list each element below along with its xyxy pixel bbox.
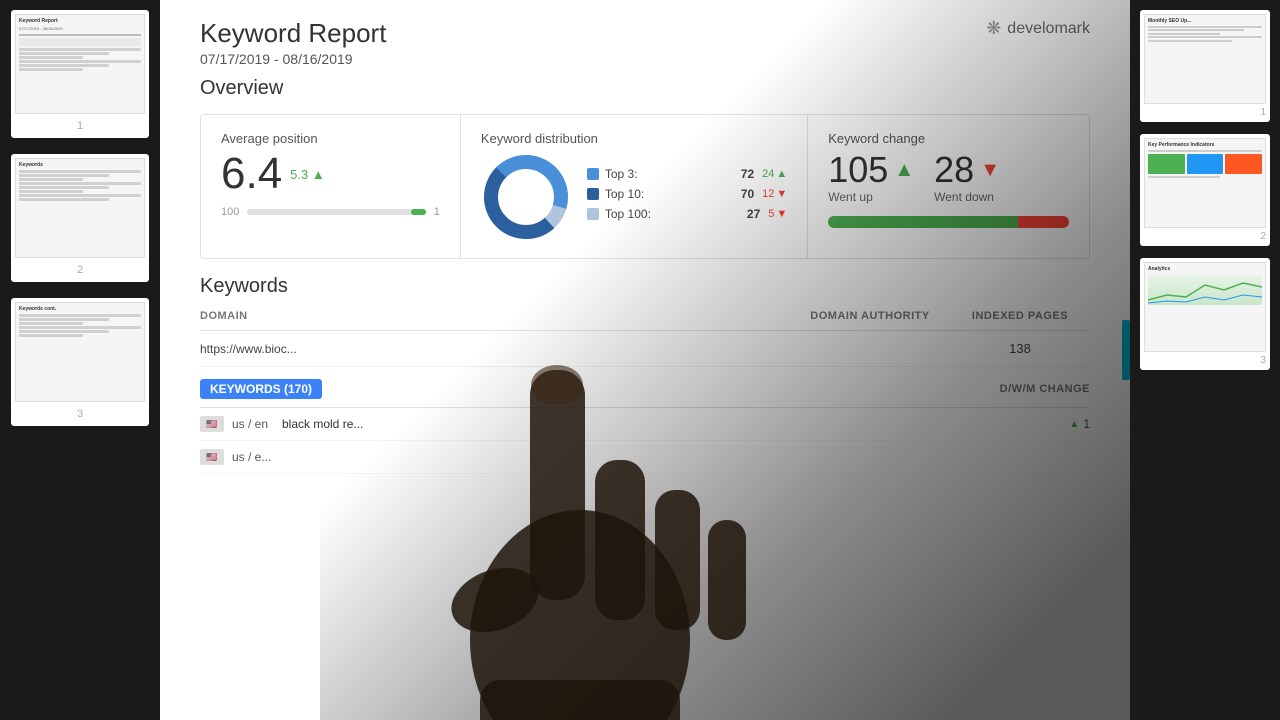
overview-title: Overview [200,77,1090,100]
domain-row: https://www.bioc... 138 [200,331,1090,367]
kw-col-change: D/W/M CHANGE [1000,383,1090,395]
kw-change-values: 105 ▲ Went up 28 ▼ Went down [828,152,1069,204]
right-mini-chart [1148,275,1262,305]
domain-table-header: DOMAIN DOMAIN AUTHORITY INDEXED PAGES [200,310,1090,331]
donut-chart [481,152,571,242]
avg-position-slider[interactable]: 100 1 [221,206,440,218]
legend-label-top3: Top 3: [605,167,741,181]
right-thumb-3[interactable]: Analytics 3 [1140,258,1270,370]
went-down-group: 28 ▼ Went down [934,152,1000,204]
up-arrow-top3: ▲ [776,168,787,180]
main-content: Keyword Report 07/17/2019 - 08/16/2019 ❋… [160,0,1130,720]
went-up-value: 105 [828,152,888,188]
went-down-arrow: ▼ [980,159,1000,182]
went-down-value: 28 [934,152,974,188]
keyword-distribution-card: Keyword distribution [461,115,808,258]
keywords-section: Keywords DOMAIN DOMAIN AUTHORITY INDEXED… [160,259,1130,474]
kw-row-1: 🇺🇸 us / en black mold re... ▲ 1 [200,408,1090,441]
legend-label-top10: Top 10: [605,187,741,201]
legend-top100: Top 100: 27 5 ▼ [587,207,787,221]
left-sidebar: Keyword Report 07/17/2019 - 08/16/2019 1… [0,0,160,720]
slider-max: 1 [434,206,440,218]
legend-change-top3: 24 ▲ [762,168,787,180]
went-down-label: Went down [934,190,1000,204]
logo: ❋ develomark [986,18,1090,39]
right-thumb-2[interactable]: Key Performance Indicators 2 [1140,134,1270,246]
left-thumb-2-number: 2 [15,262,145,278]
avg-pos-arrow-up: ▲ [312,167,325,182]
legend-change-top10: 12 ▼ [762,188,787,200]
right-sidebar: Monthly SEO Up... 1 Key Performance Indi… [1130,0,1280,720]
avg-position-value: 6.4 [221,152,282,196]
left-thumb-3[interactable]: Keywords cont. 3 [11,298,149,426]
keyword-change-card: Keyword change 105 ▲ Went up 28 ▼ [808,115,1089,258]
kw-dist-label: Keyword distribution [481,131,787,146]
went-up-group: 105 ▲ Went up [828,152,914,204]
kw-flag-1: 🇺🇸 [200,416,224,432]
col-ip: INDEXED PAGES [950,310,1090,322]
left-thumb-2[interactable]: Keywords 2 [11,154,149,282]
left-thumb-1[interactable]: Keyword Report 07/17/2019 - 08/16/2019 1 [11,10,149,138]
right-thumb-3-number: 3 [1144,355,1266,366]
ip-cell: 138 [950,341,1090,356]
left-thumb-1-number: 1 [15,118,145,134]
kw-change-label: Keyword change [828,131,1069,146]
keywords-title: Keywords [200,275,1090,298]
kw-change-arrow-1: ▲ [1069,419,1079,430]
report-title: Keyword Report [200,18,386,49]
logo-icon: ❋ [986,18,1001,39]
legend-count-top3: 72 [741,167,754,181]
donut-svg [481,152,571,242]
down-arrow-top10: ▼ [776,188,787,200]
legend-change-top100: 5 ▼ [768,208,787,220]
legend-dot-top10 [587,188,599,200]
flag-emoji-2: 🇺🇸 [206,452,217,463]
col-da: DOMAIN AUTHORITY [790,310,950,322]
legend-top3: Top 3: 72 24 ▲ [587,167,787,181]
report-header: Keyword Report 07/17/2019 - 08/16/2019 ❋… [160,0,1130,77]
overview-section: Overview Average position 6.4 5.3 ▲ 100 [160,77,1130,259]
kw-legend: Top 3: 72 24 ▲ Top 10: 70 1 [587,167,787,227]
kw-keyword-1: black mold re... [282,417,1010,431]
report-date: 07/17/2019 - 08/16/2019 [200,51,386,67]
keyword-change-progress [828,216,1069,228]
logo-text: develomark [1007,20,1090,38]
went-up-label: Went up [828,190,914,204]
kw-row-2: 🇺🇸 us / e... [200,441,1090,474]
slider-track[interactable] [247,209,425,215]
right-thumb-2-number: 2 [1144,231,1266,242]
right-thumb-1[interactable]: Monthly SEO Up... 1 [1140,10,1270,122]
avg-position-card: Average position 6.4 5.3 ▲ 100 1 [201,115,461,258]
avg-position-label: Average position [221,131,440,146]
domain-cell: https://www.bioc... [200,342,420,356]
progress-red [1018,216,1069,228]
legend-dot-top3 [587,168,599,180]
col-domain: DOMAIN [200,310,420,322]
went-up-arrow: ▲ [894,159,914,182]
cyan-accent-bar [1122,320,1130,380]
overview-cards: Average position 6.4 5.3 ▲ 100 1 [200,114,1090,259]
right-thumb-1-number: 1 [1144,107,1266,118]
legend-top10: Top 10: 70 12 ▼ [587,187,787,201]
kw-change-cell-1: ▲ 1 [1010,417,1090,431]
slider-min: 100 [221,206,239,218]
left-thumb-3-number: 3 [15,406,145,422]
kw-badge: KEYWORDS (170) [200,379,322,399]
col-mid [420,310,790,322]
kw-locale-1: us / en [232,417,282,431]
kw-sub-header: KEYWORDS (170) D/W/M CHANGE [200,371,1090,408]
legend-count-top10: 70 [741,187,754,201]
flag-emoji-1: 🇺🇸 [206,419,217,430]
down-arrow-top100: ▼ [776,208,787,220]
legend-count-top100: 27 [747,207,760,221]
progress-green [828,216,1018,228]
avg-position-change: 5.3 ▲ [290,167,325,182]
kw-locale-2: us / e... [232,450,282,464]
kw-flag-2: 🇺🇸 [200,449,224,465]
slider-fill [411,209,426,215]
legend-dot-top100 [587,208,599,220]
kw-change-value-1: 1 [1083,417,1090,431]
legend-label-top100: Top 100: [605,207,747,221]
